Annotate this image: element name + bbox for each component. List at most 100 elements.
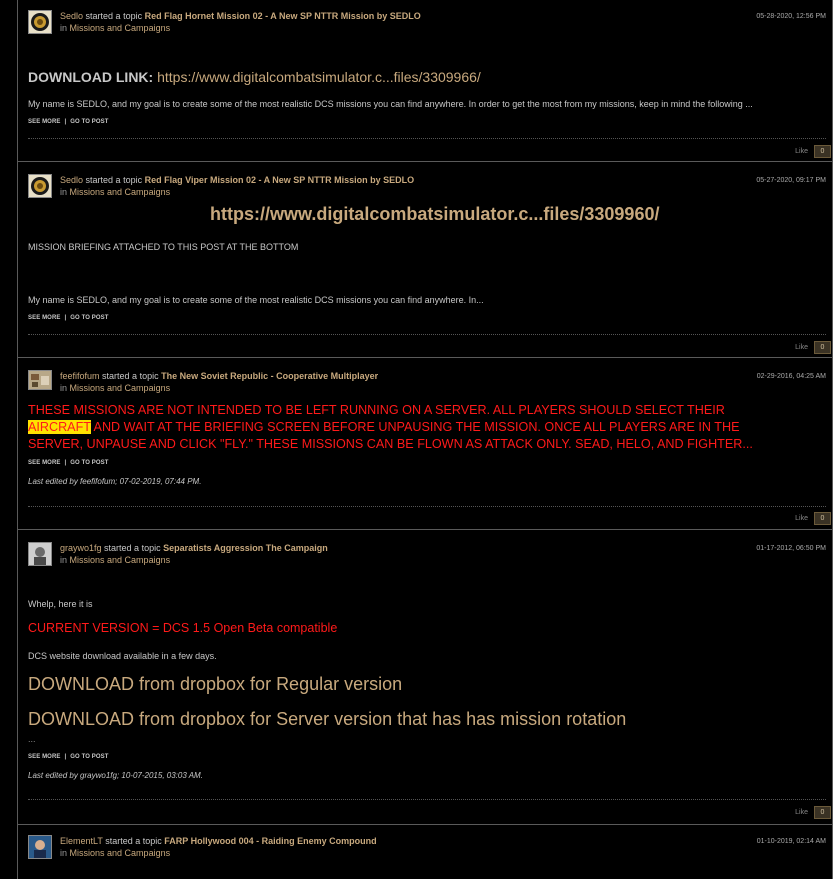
post-meta: feefifofum started a topic The New Sovie…: [60, 370, 378, 394]
post-meta: ElementLT started a topic FARP Hollywood…: [60, 835, 377, 859]
like-count-badge[interactable]: 0: [814, 806, 831, 819]
lion-emblem-icon: [29, 175, 51, 197]
like-label[interactable]: Like: [795, 809, 808, 816]
post-date: 01-17-2012, 06:50 PM: [756, 545, 826, 552]
username-link[interactable]: Sedlo: [60, 11, 83, 21]
avatar[interactable]: [28, 10, 52, 34]
intro-text: Whelp, here it is: [28, 599, 93, 609]
post-divider: [28, 506, 826, 507]
post-meta: Sedlo started a topic Red Flag Hornet Mi…: [60, 10, 421, 34]
actions-separator: |: [64, 460, 67, 466]
go-to-post-link[interactable]: GO TO POST: [70, 119, 108, 125]
topic-link[interactable]: Separatists Aggression The Campaign: [163, 543, 328, 553]
lion-emblem-icon: [29, 11, 51, 33]
ellipsis-text: ...: [28, 734, 36, 744]
last-edited-note: Last edited by feefifofum; 07-02-2019, 0…: [28, 477, 202, 486]
post-excerpt: My name is SEDLO, and my goal is to crea…: [28, 99, 753, 109]
post-date: 02-29-2016, 04:25 AM: [756, 373, 826, 380]
username-link[interactable]: ElementLT: [60, 836, 103, 846]
post-item: Sedlo started a topic Red Flag Viper Mis…: [18, 162, 832, 358]
post-divider: [28, 334, 826, 335]
like-label[interactable]: Like: [795, 148, 808, 155]
post-actions: SEE MORE | GO TO POST: [28, 754, 109, 760]
avatar[interactable]: [28, 370, 52, 390]
like-label[interactable]: Like: [795, 515, 808, 522]
avatar[interactable]: [28, 835, 52, 859]
see-more-link[interactable]: SEE MORE: [28, 315, 60, 321]
like-count-badge[interactable]: 0: [814, 512, 831, 525]
post-divider: [28, 799, 826, 800]
see-more-link[interactable]: SEE MORE: [28, 754, 60, 760]
action-text: started a topic: [85, 11, 143, 21]
go-to-post-link[interactable]: GO TO POST: [70, 754, 108, 760]
forum-link[interactable]: Missions and Campaigns: [70, 555, 171, 565]
in-text: in: [60, 383, 68, 393]
post-meta: graywo1fg started a topic Separatists Ag…: [60, 542, 328, 566]
topic-link[interactable]: FARP Hollywood 004 - Raiding Enemy Compo…: [164, 836, 376, 846]
warning-line: AIRCRAFT AND WAIT AT THE BRIEFING SCREEN…: [28, 419, 753, 436]
actions-separator: |: [64, 119, 67, 125]
post-date: 01-10-2019, 02:14 AM: [756, 838, 826, 845]
topic-link[interactable]: Red Flag Viper Mission 02 - A New SP NTT…: [145, 175, 415, 185]
warning-line-rest: AND WAIT AT THE BRIEFING SCREEN BEFORE U…: [90, 420, 740, 434]
post-excerpt: My name is SEDLO, and my goal is to crea…: [28, 295, 484, 305]
highlighted-word: AIRCRAFT: [28, 420, 91, 434]
last-edited-note: Last edited by graywo1fg; 10-07-2015, 03…: [28, 771, 203, 780]
download-regular-link[interactable]: DOWNLOAD from dropbox for Regular versio…: [28, 674, 402, 695]
download-label: DOWNLOAD LINK:: [28, 69, 154, 85]
actions-separator: |: [64, 754, 67, 760]
website-note: DCS website download available in a few …: [28, 651, 217, 661]
see-more-link[interactable]: SEE MORE: [28, 119, 60, 125]
photo-avatar-icon: [29, 371, 51, 389]
forum-link[interactable]: Missions and Campaigns: [70, 187, 171, 197]
username-link[interactable]: Sedlo: [60, 175, 83, 185]
post-actions: SEE MORE | GO TO POST: [28, 315, 109, 321]
download-server-link[interactable]: DOWNLOAD from dropbox for Server version…: [28, 709, 626, 730]
activity-stream: Sedlo started a topic Red Flag Hornet Mi…: [17, 0, 833, 879]
post-item: Sedlo started a topic Red Flag Hornet Mi…: [18, 0, 832, 162]
like-count-badge[interactable]: 0: [814, 341, 831, 354]
post-meta: Sedlo started a topic Red Flag Viper Mis…: [60, 174, 414, 198]
post-date: 05-27-2020, 09:17 PM: [756, 177, 826, 184]
action-text: started a topic: [104, 543, 161, 553]
warning-line: SERVER, UNPAUSE AND CLICK "FLY." THESE M…: [28, 437, 753, 451]
briefing-text: MISSION BRIEFING ATTACHED TO THIS POST A…: [28, 242, 299, 252]
forum-link[interactable]: Missions and Campaigns: [70, 383, 171, 393]
warning-line: THESE MISSIONS ARE NOT INTENDED TO BE LE…: [28, 403, 725, 417]
post-item: ElementLT started a topic FARP Hollywood…: [18, 825, 832, 879]
avatar[interactable]: [28, 542, 52, 566]
download-line: DOWNLOAD LINK: https://www.digitalcombat…: [28, 69, 481, 85]
in-text: in: [60, 848, 68, 858]
portrait-avatar-icon: [29, 836, 51, 858]
soldier-avatar-icon: [29, 543, 51, 565]
post-date: 05-28-2020, 12:56 PM: [756, 13, 826, 20]
download-link[interactable]: https://www.digitalcombatsimulator.c...f…: [157, 69, 481, 85]
post-divider: [28, 138, 826, 139]
action-text: started a topic: [85, 175, 143, 185]
in-text: in: [60, 555, 68, 565]
username-link[interactable]: feefifofum: [60, 371, 100, 381]
in-text: in: [60, 187, 68, 197]
forum-link[interactable]: Missions and Campaigns: [70, 848, 171, 858]
forum-link[interactable]: Missions and Campaigns: [70, 23, 171, 33]
version-text: CURRENT VERSION = DCS 1.5 Open Beta comp…: [28, 621, 338, 635]
username-link[interactable]: graywo1fg: [60, 543, 102, 553]
like-count-badge[interactable]: 0: [814, 145, 831, 158]
post-actions: SEE MORE | GO TO POST: [28, 460, 109, 466]
download-link[interactable]: https://www.digitalcombatsimulator.c...f…: [210, 204, 659, 225]
action-text: started a topic: [102, 371, 159, 381]
action-text: started a topic: [105, 836, 162, 846]
post-actions: SEE MORE | GO TO POST: [28, 119, 109, 125]
in-text: in: [60, 23, 68, 33]
post-item: graywo1fg started a topic Separatists Ag…: [18, 530, 832, 825]
like-label[interactable]: Like: [795, 344, 808, 351]
topic-link[interactable]: Red Flag Hornet Mission 02 - A New SP NT…: [145, 11, 421, 21]
go-to-post-link[interactable]: GO TO POST: [70, 460, 108, 466]
avatar[interactable]: [28, 174, 52, 198]
actions-separator: |: [64, 315, 67, 321]
post-item: feefifofum started a topic The New Sovie…: [18, 358, 832, 530]
see-more-link[interactable]: SEE MORE: [28, 460, 60, 466]
warning-text: THESE MISSIONS ARE NOT INTENDED TO BE LE…: [28, 402, 753, 453]
go-to-post-link[interactable]: GO TO POST: [70, 315, 108, 321]
topic-link[interactable]: The New Soviet Republic - Cooperative Mu…: [161, 371, 378, 381]
